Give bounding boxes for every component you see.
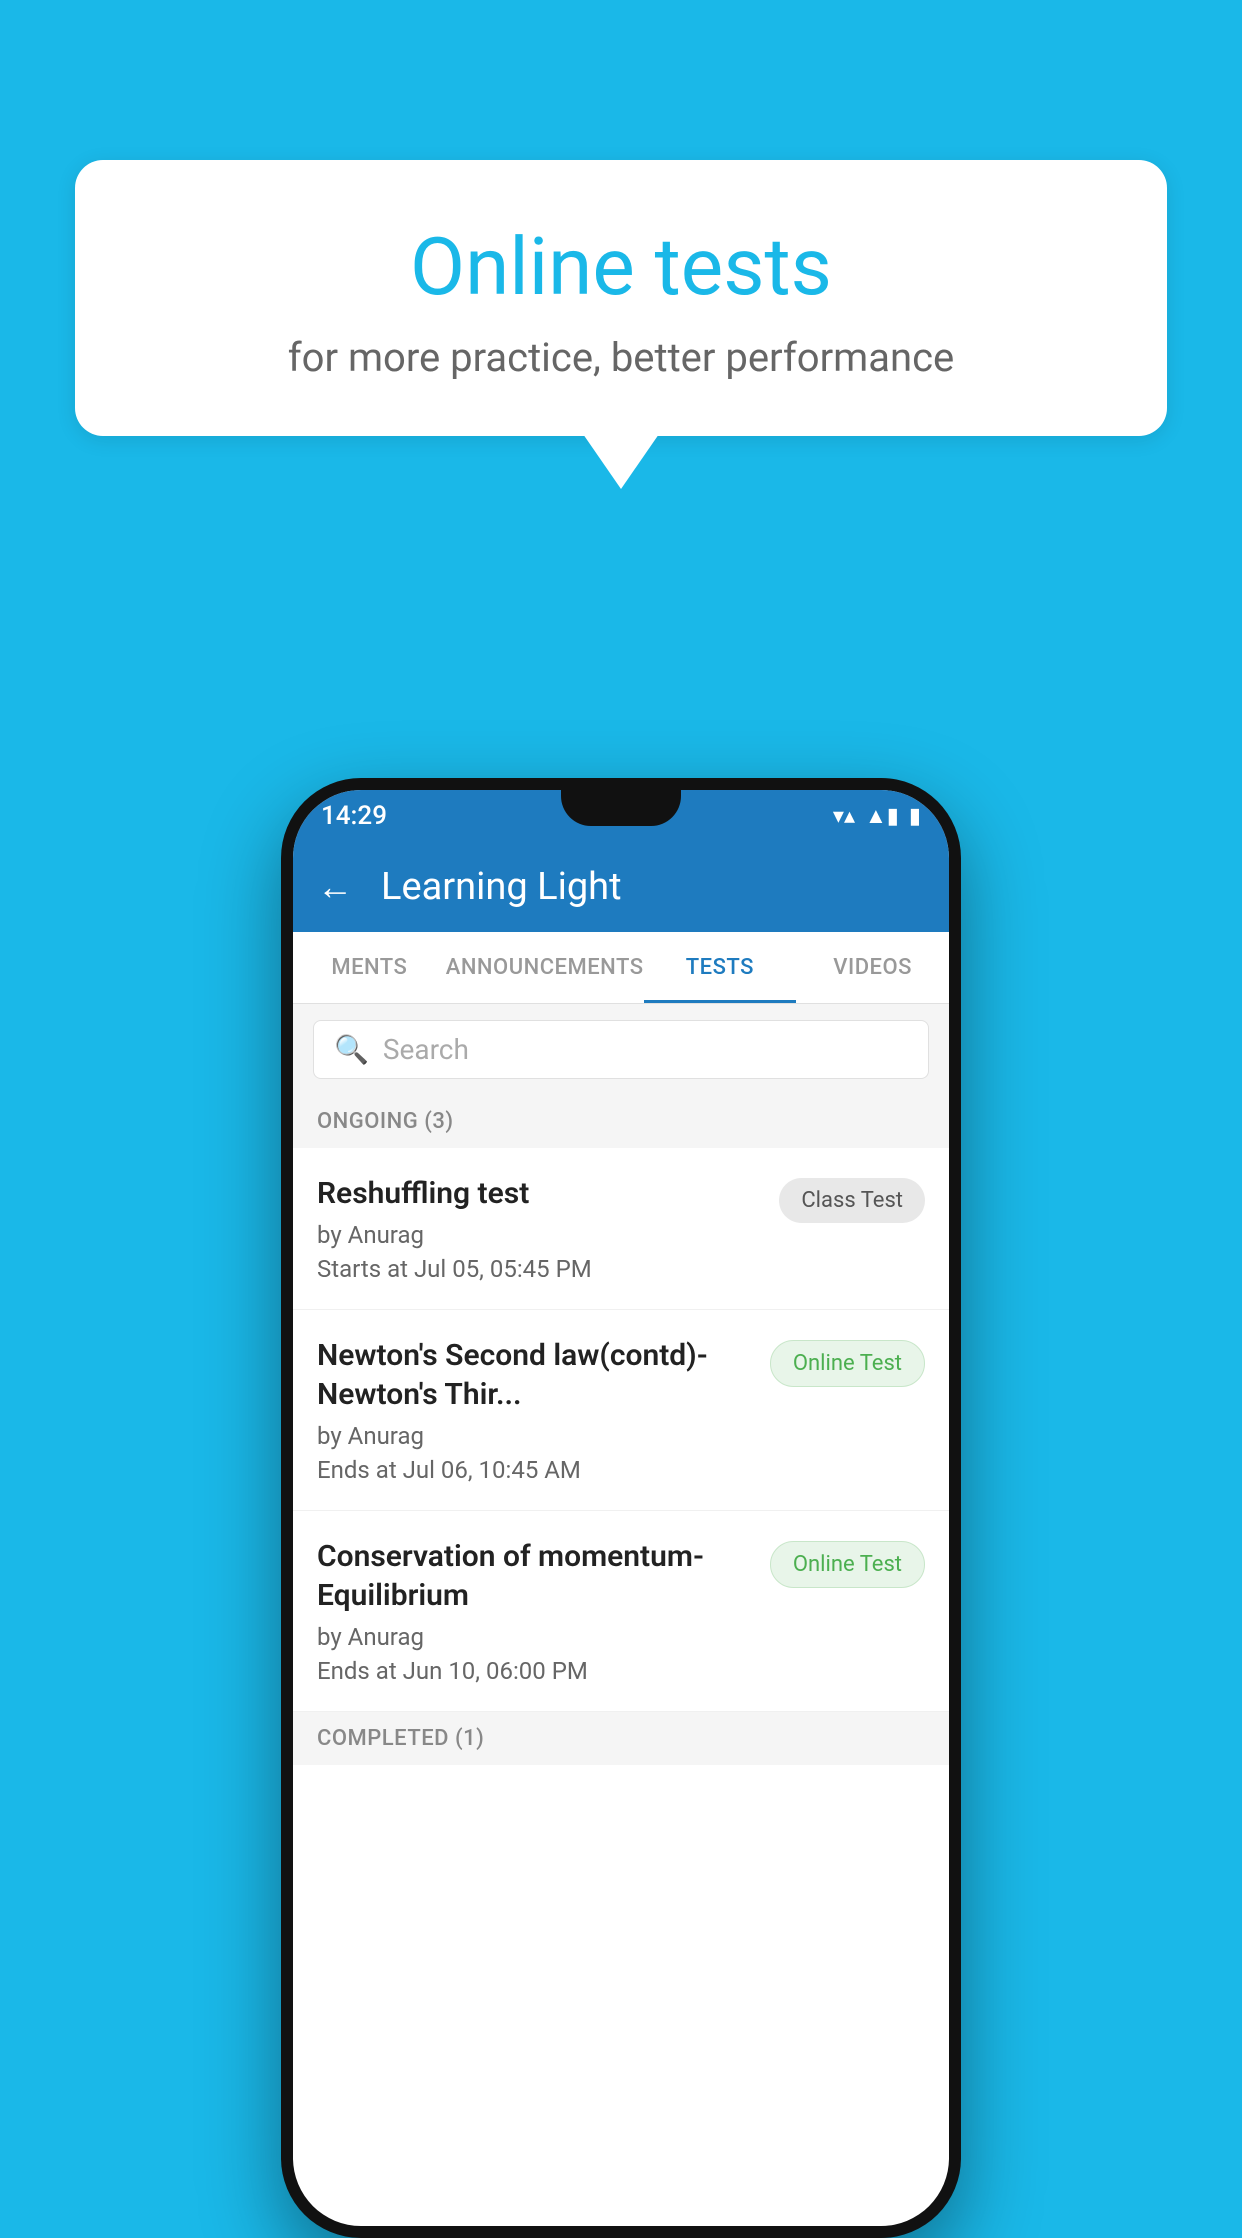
speech-bubble-title: Online tests (135, 220, 1107, 314)
search-container: 🔍 Search (293, 1004, 949, 1095)
search-icon: 🔍 (334, 1033, 369, 1066)
app-bar: ← Learning Light (293, 842, 949, 932)
test-time: Ends at Jul 06, 10:45 AM (317, 1456, 754, 1484)
tab-tests[interactable]: TESTS (644, 932, 797, 1003)
test-info: Reshuffling test by Anurag Starts at Jul… (317, 1174, 763, 1283)
test-time: Ends at Jun 10, 06:00 PM (317, 1657, 754, 1685)
test-author: by Anurag (317, 1221, 763, 1249)
phone-frame: 14:29 ▾▴ ▲▮ ▮ ← Learning Light MENTS ANN… (281, 778, 961, 2238)
test-badge: Online Test (770, 1340, 925, 1387)
status-time: 14:29 (321, 801, 387, 831)
tab-ments[interactable]: MENTS (293, 932, 446, 1003)
completed-section-header: COMPLETED (1) (293, 1712, 949, 1765)
test-title: Newton's Second law(contd)-Newton's Thir… (317, 1336, 754, 1414)
ongoing-section-header: ONGOING (3) (293, 1095, 949, 1148)
signal-icon: ▲▮ (865, 803, 899, 829)
test-info: Conservation of momentum-Equilibrium by … (317, 1537, 754, 1685)
wifi-icon: ▾▴ (833, 804, 855, 829)
speech-bubble-subtitle: for more practice, better performance (135, 334, 1107, 381)
tabs-container: MENTS ANNOUNCEMENTS TESTS VIDEOS (293, 932, 949, 1004)
battery-icon: ▮ (909, 804, 921, 829)
tab-videos[interactable]: VIDEOS (796, 932, 949, 1003)
ongoing-label: ONGOING (3) (317, 1109, 454, 1134)
test-author: by Anurag (317, 1623, 754, 1651)
test-item[interactable]: Conservation of momentum-Equilibrium by … (293, 1511, 949, 1712)
test-badge: Online Test (770, 1541, 925, 1588)
tab-announcements[interactable]: ANNOUNCEMENTS (446, 932, 644, 1003)
test-time: Starts at Jul 05, 05:45 PM (317, 1255, 763, 1283)
test-info: Newton's Second law(contd)-Newton's Thir… (317, 1336, 754, 1484)
test-title: Reshuffling test (317, 1174, 763, 1213)
back-button[interactable]: ← (317, 866, 353, 908)
test-title: Conservation of momentum-Equilibrium (317, 1537, 754, 1615)
search-bar[interactable]: 🔍 Search (313, 1020, 929, 1079)
completed-label: COMPLETED (1) (317, 1726, 484, 1751)
app-bar-title: Learning Light (381, 865, 622, 909)
phone-screen: 14:29 ▾▴ ▲▮ ▮ ← Learning Light MENTS ANN… (293, 790, 949, 2226)
speech-bubble: Online tests for more practice, better p… (75, 160, 1167, 436)
test-item[interactable]: Reshuffling test by Anurag Starts at Jul… (293, 1148, 949, 1310)
speech-bubble-arrow (583, 434, 659, 489)
test-item[interactable]: Newton's Second law(contd)-Newton's Thir… (293, 1310, 949, 1511)
speech-bubble-container: Online tests for more practice, better p… (75, 160, 1167, 489)
test-author: by Anurag (317, 1422, 754, 1450)
search-input[interactable]: Search (383, 1033, 469, 1066)
phone-notch (561, 790, 681, 826)
tests-list: Reshuffling test by Anurag Starts at Jul… (293, 1148, 949, 1712)
status-icons: ▾▴ ▲▮ ▮ (833, 803, 921, 829)
test-badge: Class Test (779, 1178, 925, 1223)
